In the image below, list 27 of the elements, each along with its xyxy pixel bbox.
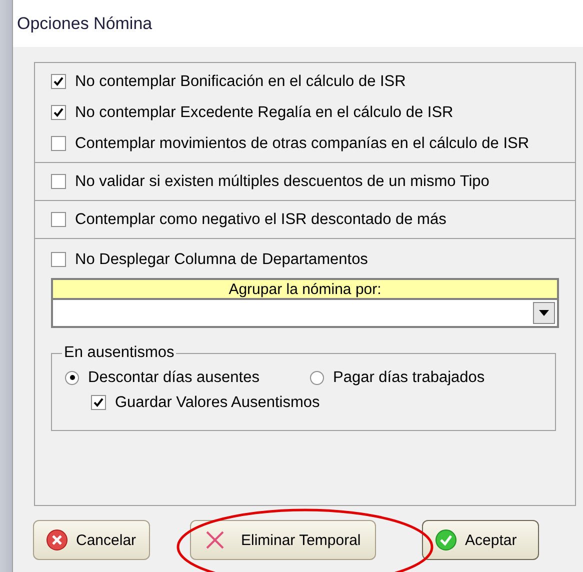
radio-label: Descontar días ausentes — [88, 368, 260, 386]
checkbox-label: Guardar Valores Ausentismos — [115, 394, 320, 412]
checkbox-label: No contemplar Excedente Regalía en el cálculo de ISR — [75, 104, 454, 122]
window-title: Opciones Nómina — [17, 14, 152, 34]
radio-label: Pagar días trabajados — [333, 368, 485, 386]
checkbox-label: No Desplegar Columna de Departamentos — [75, 250, 368, 268]
combo-label: Agrupar la nómina por: — [51, 278, 559, 300]
checkbox[interactable] — [51, 212, 66, 227]
radio-button[interactable] — [65, 370, 79, 384]
checkbox[interactable] — [51, 136, 66, 151]
radio-button[interactable] — [310, 370, 324, 384]
cancel-icon — [46, 529, 68, 551]
checkbox[interactable] — [51, 105, 66, 120]
delete-button[interactable]: Eliminar Temporal — [190, 520, 376, 560]
accept-button[interactable]: Aceptar — [422, 520, 539, 560]
x-icon — [205, 530, 225, 550]
check-icon — [435, 529, 457, 551]
dropdown-field[interactable] — [51, 300, 559, 328]
checkbox-label: No validar si existen múltiples descuentos de un mismo Tipo — [75, 172, 490, 190]
checkbox-label: Contemplar como negativo el ISR descontado de más — [75, 210, 446, 228]
checkbox[interactable] — [91, 395, 106, 410]
checkbox[interactable] — [51, 174, 66, 189]
checkbox-label: No contemplar Bonificación en el cálculo de ISR — [75, 72, 406, 90]
cancel-button[interactable]: Cancelar — [33, 520, 150, 560]
checkbox[interactable] — [51, 252, 66, 267]
checkbox-label: Contemplar movimientos de otras companías en el cálculo de ISR — [75, 134, 530, 152]
checkbox[interactable] — [51, 74, 66, 89]
